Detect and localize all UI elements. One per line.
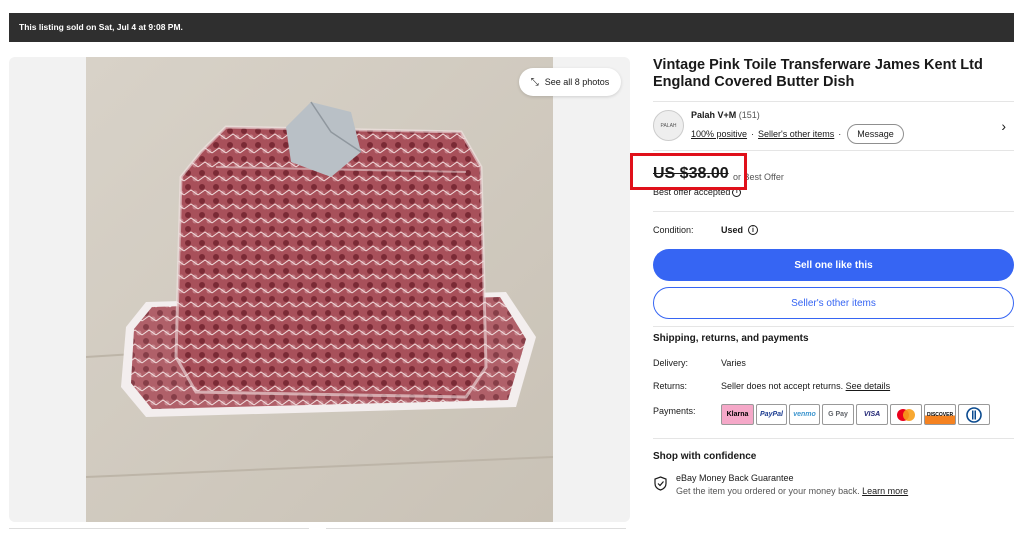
see-all-photos-label: See all 8 photos (544, 77, 610, 87)
returns-value: Seller does not accept returns. See deta… (721, 381, 890, 391)
seller-logo-text: PALAH (660, 122, 677, 129)
returns-value-text: Seller does not accept returns. (721, 381, 844, 391)
seller-positive-link[interactable]: 100% positive (691, 129, 747, 139)
klarna-icon: Klarna (721, 404, 754, 425)
condition-label: Condition: (653, 225, 694, 235)
see-details-link[interactable]: See details (846, 381, 891, 391)
seller-name[interactable]: Palah V+M (151) (691, 110, 760, 120)
separator-dot: · (751, 129, 755, 139)
returns-label: Returns: (653, 381, 688, 391)
main-photo[interactable] (86, 57, 553, 522)
thumbnail-strip-2 (326, 528, 626, 533)
paypal-icon: PayPal (756, 404, 787, 425)
payment-methods: Klarna PayPal venmo G Pay VISA DISCOVER (721, 404, 990, 425)
condition-value-text: Used (721, 225, 744, 235)
separator-dot: · (838, 129, 842, 139)
divider (653, 211, 1014, 212)
venmo-icon: venmo (789, 404, 820, 425)
delivery-value: Varies (721, 358, 746, 368)
sell-one-like-this-button[interactable]: Sell one like this (653, 249, 1014, 281)
message-button[interactable]: Message (847, 124, 904, 144)
sold-banner-text: This listing sold on Sat, Jul 4 at 9:08 … (19, 22, 183, 32)
photo-gallery[interactable]: ⤡ See all 8 photos (9, 57, 630, 522)
seller-other-items-link[interactable]: Seller's other items (758, 129, 834, 139)
condition-value: Used i (721, 225, 759, 235)
seller-feedback-count: (151) (738, 110, 760, 120)
sellers-other-items-button[interactable]: Seller's other items (653, 287, 1014, 319)
guarantee-sub-text: Get the item you ordered or your money b… (676, 486, 860, 496)
sold-banner: This listing sold on Sat, Jul 4 at 9:08 … (9, 13, 1014, 42)
divider (653, 438, 1014, 439)
butter-dish-photo (86, 57, 553, 522)
shield-check-icon (654, 476, 667, 491)
learn-more-link[interactable]: Learn more (862, 486, 908, 496)
see-all-photos-button[interactable]: ⤡ See all 8 photos (519, 68, 621, 96)
shipping-heading: Shipping, returns, and payments (653, 333, 809, 344)
delivery-label: Delivery: (653, 358, 689, 368)
mastercard-icon (890, 404, 922, 425)
diners-logo (966, 406, 982, 423)
diners-club-icon (958, 404, 990, 425)
chevron-right-icon[interactable]: › (1001, 118, 1006, 134)
expand-arrows-icon: ⤡ (530, 76, 539, 88)
seller-name-text: Palah V+M (691, 110, 737, 120)
money-back-guarantee-subtitle: Get the item you ordered or your money b… (676, 486, 908, 496)
google-pay-icon: G Pay (822, 404, 854, 425)
money-back-guarantee-title: eBay Money Back Guarantee (676, 473, 794, 483)
discover-icon: DISCOVER (924, 404, 956, 425)
listing-title: Vintage Pink Toile Transferware James Ke… (653, 57, 983, 90)
info-icon[interactable]: i (748, 225, 759, 235)
price-highlight-box (630, 153, 747, 190)
shop-with-confidence-heading: Shop with confidence (653, 451, 757, 462)
seller-links: 100% positive · Seller's other items · M… (691, 124, 904, 144)
mastercard-logo (897, 408, 915, 421)
payments-label: Payments: (653, 406, 696, 416)
seller-avatar[interactable]: PALAH (653, 110, 684, 141)
thumbnail-strip (9, 528, 309, 533)
visa-icon: VISA (856, 404, 888, 425)
divider (653, 326, 1014, 327)
seller-card[interactable]: PALAH Palah V+M (151) 100% positive · Se… (653, 101, 1014, 151)
